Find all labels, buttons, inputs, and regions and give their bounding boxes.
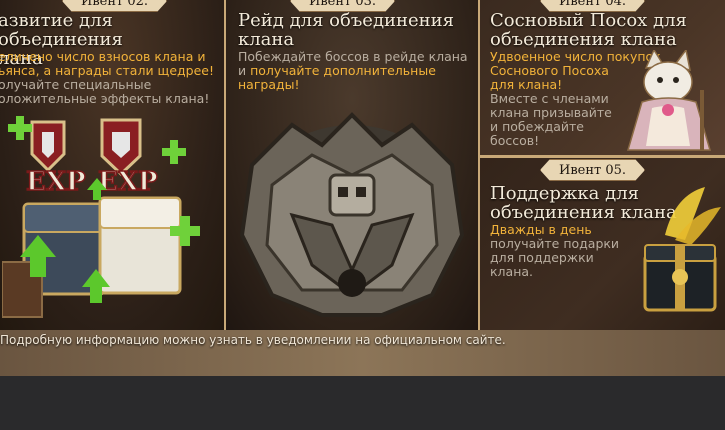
page-bottom-bar [0, 376, 725, 430]
exp-label: EXP [26, 167, 86, 197]
desc-highlight: Дважды в день [490, 222, 592, 237]
title-line: объединения клана [490, 29, 677, 50]
title-line: азвитие для объединения [0, 10, 123, 50]
event-banner: Ивент 02. азвитие для объединения лана е… [0, 0, 725, 376]
raid-boss-icon [239, 112, 465, 317]
desc-line: и [238, 63, 251, 78]
desc-line: получайте подарки [490, 236, 620, 251]
desc-highlight: ьянса, а награды стали щедрее! [0, 63, 214, 78]
title-line: клана [238, 29, 295, 50]
title-line: Рейд для объединения [238, 10, 455, 31]
panel-description: Побеждайте боссов в рейде клана и получа… [238, 50, 468, 92]
desc-line: клана. [490, 264, 534, 279]
gift-box-icon [643, 187, 721, 312]
title-line: Сосновый Посох для [490, 10, 687, 31]
event-panel-clan-growth: Ивент 02. азвитие для объединения лана е… [0, 0, 226, 330]
desc-line: для поддержки [490, 250, 594, 265]
desc-line: олучайте специальные [0, 77, 152, 92]
desc-highlight: получайте дополнительные [250, 63, 436, 78]
exp-label: EXP [98, 167, 158, 197]
cat-mascot-icon [627, 50, 711, 151]
panel-title: Сосновый Посох для объединения клана [490, 11, 687, 49]
exp-chest-icon: EXP EXP [2, 116, 200, 318]
desc-highlight: еличено число взносов клана и [0, 49, 206, 64]
desc-line: оложительные эффекты клана! [0, 91, 210, 106]
panel-title: Рейд для объединения клана [238, 11, 454, 49]
desc-line: Побеждайте боссов в рейде клана [238, 49, 468, 64]
panel-description: Дважды в день получайте подарки для подд… [490, 223, 619, 279]
panel-description: еличено число взносов клана и ьянса, а н… [0, 50, 214, 106]
event-tag: Ивент 05. [540, 159, 645, 181]
desc-highlight: награды! [238, 77, 300, 92]
footer-notice: Подробную информацию можно узнать в увед… [0, 333, 506, 347]
